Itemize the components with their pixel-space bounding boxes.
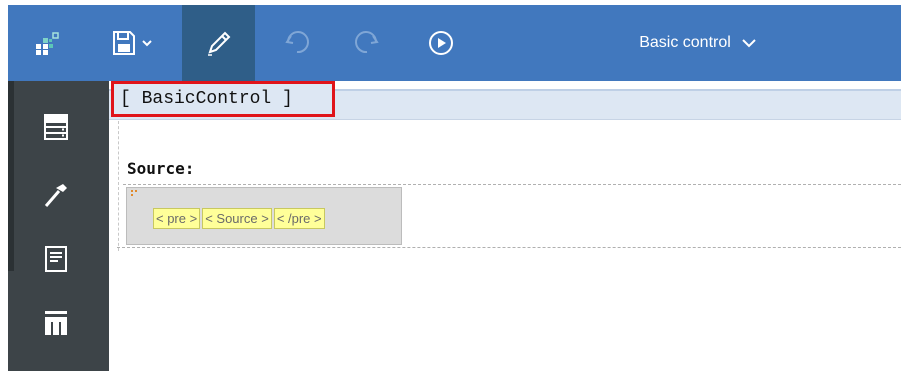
undo-button[interactable] <box>272 5 322 81</box>
tag-row: < pre > < Source > < /pre > <box>153 208 325 229</box>
table-icon <box>45 311 67 335</box>
toolbox-icon <box>44 184 67 207</box>
sidebar-item-toolbox[interactable] <box>38 177 74 213</box>
run-icon <box>429 31 453 55</box>
layout-guide-horizontal <box>123 184 901 185</box>
report-title-dropdown[interactable]: Basic control <box>618 5 778 81</box>
page-structure-icon <box>45 246 67 272</box>
redo-icon <box>355 31 379 54</box>
source-tag[interactable]: < Source > <box>202 208 272 229</box>
report-canvas[interactable]: [ BasicControl ] Source: < pre > < Sourc… <box>109 81 901 371</box>
source-label: Source: <box>127 159 195 178</box>
data-icon <box>44 114 68 140</box>
sidebar-item-table[interactable] <box>38 305 74 341</box>
edit-pencil-icon <box>207 31 230 56</box>
layout-guide-vertical <box>118 121 119 251</box>
chevron-down-icon <box>742 39 756 48</box>
save-icon <box>113 31 152 55</box>
report-title: Basic control <box>639 34 731 51</box>
sidebar-item-data[interactable] <box>38 109 74 145</box>
left-sidebar <box>8 81 109 371</box>
page-name-label[interactable]: [ BasicControl ] <box>111 81 335 117</box>
undo-icon <box>285 31 309 54</box>
redo-button[interactable] <box>342 5 392 81</box>
edit-mode-button[interactable] <box>182 5 255 81</box>
layout-guide-horizontal-bottom <box>117 247 901 248</box>
html-item-block[interactable]: < pre > < Source > < /pre > <box>126 187 402 245</box>
sidebar-accent <box>8 81 14 271</box>
save-button[interactable] <box>98 5 168 81</box>
sidebar-item-pages[interactable] <box>38 241 74 277</box>
top-toolbar: Basic control <box>8 5 901 81</box>
pre-open-tag[interactable]: < pre > <box>153 208 201 229</box>
pre-close-tag[interactable]: < /pre > <box>273 208 325 229</box>
run-button[interactable] <box>416 5 466 81</box>
apps-logo-icon[interactable] <box>22 5 72 81</box>
drag-handle-icon[interactable] <box>131 190 137 200</box>
